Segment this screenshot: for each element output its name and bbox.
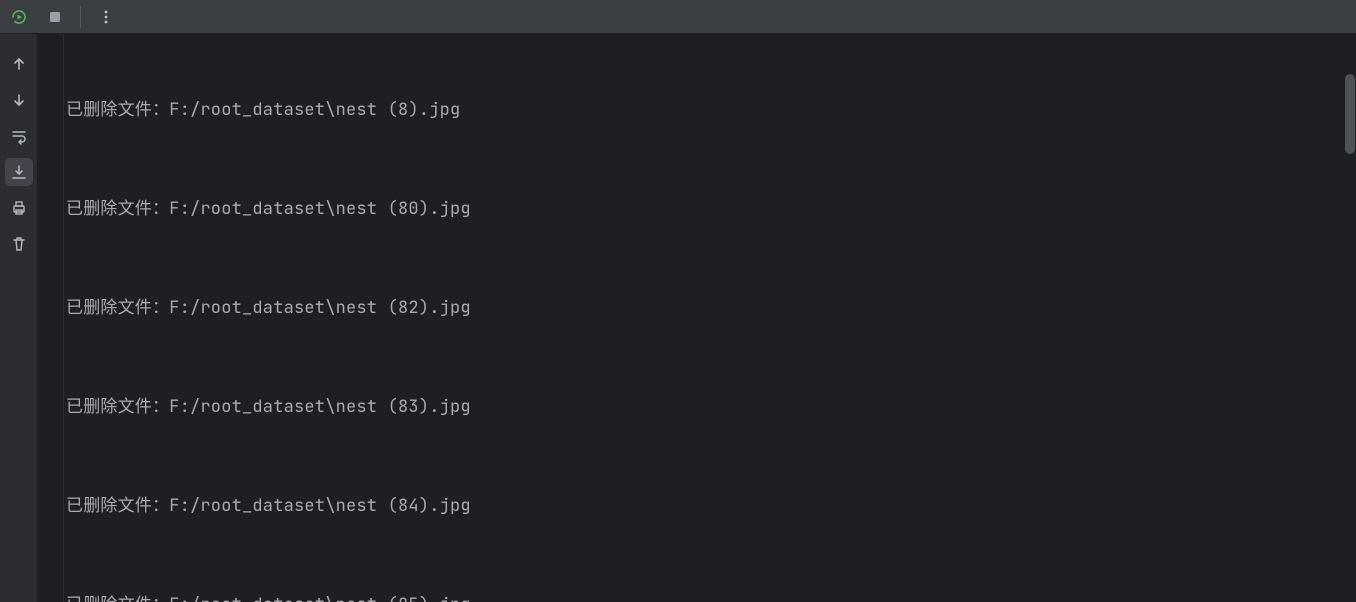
more-button[interactable] [93,4,119,30]
stop-button[interactable] [42,4,68,30]
soft-wrap-icon [10,127,28,145]
rerun-button[interactable] [6,4,32,30]
console-line: 已删除文件：F:/root_dataset\nest (80).jpg [64,193,1356,226]
console-line: 已删除文件：F:/root_dataset\nest (84).jpg [64,490,1356,523]
console-output[interactable]: 已删除文件：F:/root_dataset\nest (8).jpg 已删除文件… [64,34,1356,602]
console-line: 已删除文件：F:/root_dataset\nest (83).jpg [64,391,1356,424]
stop-icon [47,9,63,25]
console-line: 已删除文件：F:/root_dataset\nest (82).jpg [64,292,1356,325]
clear-all-button[interactable] [5,230,33,258]
arrow-up-icon [10,55,28,73]
run-toolbar [0,0,1356,34]
arrow-down-icon [10,91,28,109]
console-line: 已删除文件：F:/root_dataset\nest (85).jpg [64,589,1356,602]
scroll-to-end-icon [10,163,28,181]
console-line: 已删除文件：F:/root_dataset\nest (8).jpg [64,94,1356,127]
toolbar-divider [80,6,81,28]
print-icon [10,199,28,217]
console-left-margin [38,34,64,602]
console-lines: 已删除文件：F:/root_dataset\nest (8).jpg 已删除文件… [64,34,1356,602]
rerun-icon [10,8,28,26]
console-gutter [0,34,38,602]
console-scrollbar[interactable] [1344,34,1356,602]
down-stack-button[interactable] [5,86,33,114]
soft-wrap-button[interactable] [5,122,33,150]
scrollbar-thumb[interactable] [1345,74,1355,154]
more-icon [98,9,114,25]
scroll-to-end-button[interactable] [5,158,33,186]
print-button[interactable] [5,194,33,222]
body-row: 已删除文件：F:/root_dataset\nest (8).jpg 已删除文件… [0,34,1356,602]
trash-icon [10,235,28,253]
up-stack-button[interactable] [5,50,33,78]
